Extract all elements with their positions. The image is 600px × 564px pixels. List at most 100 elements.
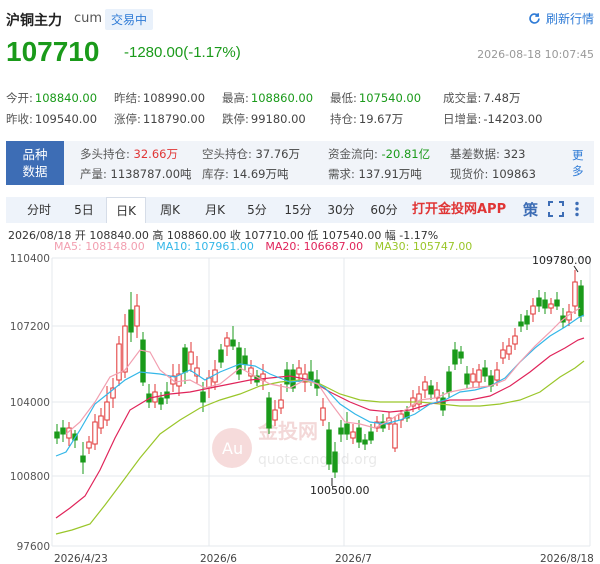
candle-body — [140, 339, 146, 383]
candle-body — [266, 397, 272, 429]
tab-monthly-k[interactable]: 月K — [194, 197, 236, 223]
variety-data-label: 品种 数据 — [6, 141, 64, 185]
candle-body — [530, 305, 536, 315]
candle-body — [368, 431, 374, 441]
x-tick-label: 2026/8/18 — [540, 553, 594, 564]
tab-30min[interactable]: 30分 — [321, 197, 361, 223]
strategy-icon[interactable]: 策 — [522, 200, 538, 218]
ma10-line — [55, 314, 585, 457]
y-tick-label: 97600 — [17, 541, 50, 553]
candle-body — [188, 351, 194, 365]
stat-limit-down: 跌停: 99180.00 — [222, 112, 306, 126]
candle-body — [242, 355, 248, 365]
candle-body — [524, 315, 530, 325]
stat-prev-settle: 昨收: 109540.00 — [6, 112, 98, 126]
candle-body — [476, 369, 482, 383]
period-tabs: 分时 5日 日K 周K 月K 5分 15分 30分 60分 打开金投网APP 策 — [6, 197, 594, 223]
candle-body — [494, 369, 500, 381]
kline-chart[interactable]: 110400 107200 104000 100800 97600 2026/4… — [0, 252, 600, 564]
candle-body — [446, 371, 452, 393]
y-tick-label: 107200 — [10, 321, 50, 333]
candle-body — [332, 451, 338, 473]
tab-5min[interactable]: 5分 — [239, 197, 275, 223]
candle-body — [60, 427, 66, 435]
more-link[interactable]: 更多 — [572, 147, 586, 179]
info-basis: 基差数据: 323 — [450, 147, 526, 161]
candle-body — [542, 299, 548, 309]
candle-body — [464, 373, 470, 385]
contract-title: 沪铜主力 — [6, 13, 62, 29]
tab-daily-k[interactable]: 日K — [106, 197, 146, 223]
stat-limit-up: 涨停: 118790.00 — [114, 112, 206, 126]
price-change: -1280.00(-1.17%) — [124, 44, 241, 61]
quote-stats: 今开: 108840.00 昨结: 108990.00 最高: 108860.00 最… — [0, 88, 600, 130]
candle-body — [428, 385, 434, 395]
candle-body — [338, 427, 344, 435]
candle-body — [122, 325, 128, 373]
candle-body — [452, 349, 458, 365]
candle-body — [458, 351, 464, 359]
status-badge: 交易中 — [105, 9, 154, 30]
x-tick-label: 2026/6 — [200, 553, 237, 564]
candle-body — [470, 373, 476, 383]
quote-timestamp: 2026-08-18 10:07:45 — [477, 48, 594, 61]
info-stock: 库存: 14.69万吨 — [202, 167, 289, 181]
candle-body — [272, 409, 278, 421]
candle-body — [344, 423, 350, 435]
candle-body — [224, 337, 230, 347]
info-output: 产量: 1138787.00吨 — [80, 167, 192, 181]
header-top-row: 沪铜主力 cum 交易中 刷新行情 — [6, 8, 594, 30]
contract-code: cum — [74, 11, 103, 26]
y-tick-label: 110400 — [10, 253, 50, 265]
more-options-icon[interactable] — [574, 201, 580, 217]
info-long: 多头持仓: 32.66万 — [80, 147, 178, 161]
candle-body — [548, 303, 554, 309]
candle-body — [86, 441, 92, 449]
candle-body — [356, 427, 362, 443]
open-app-link[interactable]: 打开金投网APP — [412, 197, 506, 223]
stat-prev-close: 昨结: 108990.00 — [114, 91, 206, 105]
candle-body — [572, 281, 578, 307]
x-tick-label: 2026/4/23 — [54, 553, 108, 564]
watermark: Au 金投网 quote.cngold.org — [212, 419, 377, 468]
candle-body — [536, 297, 542, 307]
tab-15min[interactable]: 15分 — [278, 197, 318, 223]
info-demand: 需求: 137.91万吨 — [328, 167, 422, 181]
stat-low: 最低: 107540.00 — [330, 91, 422, 105]
refresh-button[interactable]: 刷新行情 — [528, 10, 594, 27]
x-tick-label: 2026/7 — [335, 553, 372, 564]
candle-body — [158, 397, 164, 405]
candle-body — [326, 429, 332, 465]
stat-open-interest: 持仓: 19.67万 — [330, 112, 404, 126]
stat-volume: 成交量: 7.48万 — [443, 91, 521, 105]
candle-body — [578, 285, 584, 317]
candle-body — [116, 343, 122, 381]
svg-text:quote.cngold.org: quote.cngold.org — [258, 452, 377, 468]
candle-body — [200, 391, 206, 403]
candle-body — [230, 339, 236, 347]
candle-body — [296, 367, 302, 375]
info-flow: 资金流向: -20.81亿 — [328, 147, 431, 161]
candle-body — [134, 305, 140, 327]
candle-body — [308, 371, 314, 381]
info-short: 空头持仓: 37.76万 — [202, 147, 300, 161]
info-spot: 现货价: 109863 — [450, 167, 536, 181]
stat-open: 今开: 108840.00 — [6, 91, 98, 105]
svg-text:金投网: 金投网 — [257, 419, 318, 443]
tab-60min[interactable]: 60分 — [364, 197, 404, 223]
min-price-label: 100500.00 — [310, 484, 370, 497]
fullscreen-icon[interactable] — [548, 201, 564, 217]
tab-5day[interactable]: 5日 — [64, 197, 104, 223]
tab-minute[interactable]: 分时 — [14, 197, 64, 223]
candle-body — [482, 367, 488, 377]
tab-weekly-k[interactable]: 周K — [149, 197, 191, 223]
candle-body — [80, 455, 86, 463]
candle-body — [278, 399, 284, 409]
stat-daily-increase: 日增量: -14203.00 — [443, 112, 543, 126]
candle-body — [392, 423, 398, 449]
candle-body — [320, 407, 326, 421]
y-tick-label: 104000 — [10, 397, 50, 409]
last-price: 107710 — [6, 36, 100, 67]
candle-body — [500, 349, 506, 359]
candle-body — [182, 347, 188, 373]
